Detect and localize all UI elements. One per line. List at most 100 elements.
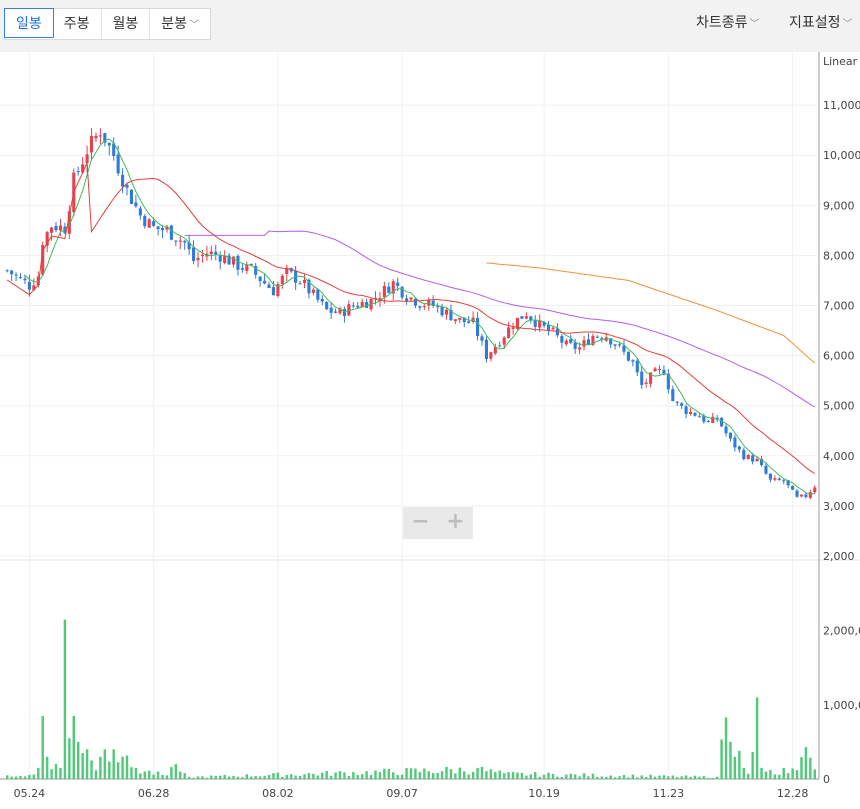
date-tick-label: 10.19 bbox=[528, 787, 560, 800]
candle-body bbox=[23, 278, 27, 281]
volume-bar bbox=[800, 756, 803, 779]
candle-body bbox=[422, 306, 426, 308]
volume-bar bbox=[676, 777, 679, 779]
volume-bar bbox=[547, 772, 550, 779]
volume-bar bbox=[183, 773, 186, 779]
volume-bar bbox=[724, 717, 728, 779]
candle-body bbox=[405, 298, 409, 302]
volume-bar bbox=[449, 769, 453, 779]
volume-bar bbox=[440, 771, 444, 779]
candle-body bbox=[107, 143, 111, 146]
indicator-settings-menu[interactable]: 지표설정 ﹀ bbox=[789, 8, 853, 38]
volume-bar bbox=[387, 769, 391, 779]
volume-bar bbox=[356, 775, 359, 779]
candle-body bbox=[640, 371, 644, 385]
candle-body bbox=[231, 256, 236, 265]
candle-body bbox=[18, 276, 23, 278]
candle-body bbox=[644, 382, 648, 384]
price-tick-label: 2,000 bbox=[823, 550, 855, 563]
chart-type-menu[interactable]: 차트종류 ﹀ bbox=[696, 8, 760, 38]
volume-bar bbox=[738, 750, 741, 779]
ma5-line bbox=[24, 138, 815, 495]
volume-bar bbox=[773, 774, 777, 779]
candle-body bbox=[467, 321, 471, 324]
candle-body bbox=[529, 316, 533, 321]
volume-bar bbox=[347, 775, 351, 779]
volume-bar bbox=[5, 775, 9, 779]
candle-body bbox=[334, 311, 338, 313]
volume-bar bbox=[294, 775, 297, 779]
zoom-in-button[interactable]: + bbox=[438, 507, 473, 539]
stock-chart[interactable]: 11,000 10,000 9,000 8,000 7,000 6,000 5,000 4,0… bbox=[0, 52, 860, 809]
candle-body bbox=[524, 316, 528, 319]
volume-bar bbox=[755, 697, 759, 779]
price-tick-label: 10,000 bbox=[823, 149, 860, 162]
volume-bar bbox=[201, 776, 204, 779]
volume-bar bbox=[285, 774, 288, 779]
candle-body bbox=[129, 189, 134, 204]
volume-bar bbox=[431, 773, 435, 779]
volume-bar bbox=[272, 773, 275, 779]
volume-bar bbox=[587, 776, 590, 779]
candle-body bbox=[440, 306, 444, 316]
candle-body bbox=[533, 319, 537, 327]
date-tick-label: 09.07 bbox=[386, 787, 418, 800]
candle-body bbox=[795, 490, 799, 497]
volume-bar bbox=[303, 774, 306, 779]
candle-body bbox=[595, 336, 599, 338]
candle-body bbox=[453, 319, 457, 321]
candle-body bbox=[329, 307, 333, 313]
candle-body bbox=[693, 412, 697, 416]
volume-bar bbox=[578, 776, 581, 779]
zoom-out-button[interactable]: − bbox=[403, 507, 438, 539]
volume-bar bbox=[560, 777, 564, 779]
candle-body bbox=[427, 299, 431, 306]
tab-daily[interactable]: 일봉 bbox=[4, 8, 54, 38]
volume-bar bbox=[147, 770, 151, 779]
volume-bar bbox=[662, 775, 666, 779]
candle-body bbox=[342, 308, 346, 316]
volume-tick-label: 2,000,000 bbox=[823, 625, 860, 638]
candle-body bbox=[635, 360, 639, 373]
volume-bar bbox=[267, 774, 271, 779]
candle-body bbox=[382, 286, 386, 298]
volume-bar bbox=[19, 776, 22, 779]
volume-bar bbox=[609, 775, 612, 779]
candle-body bbox=[578, 347, 582, 350]
volume-bar bbox=[170, 767, 173, 779]
candle-body bbox=[480, 336, 484, 341]
candle-body bbox=[751, 455, 755, 462]
chart-area[interactable]: 11,000 10,000 9,000 8,000 7,000 6,000 5,000 4,0… bbox=[0, 52, 860, 809]
volume-bar bbox=[156, 771, 160, 779]
volume-bar bbox=[698, 776, 701, 779]
candle-body bbox=[737, 446, 741, 450]
candle-body bbox=[657, 369, 662, 371]
candle-body bbox=[520, 316, 524, 319]
volume-bar bbox=[116, 762, 120, 779]
volume-bar bbox=[747, 773, 750, 779]
volume-bar bbox=[37, 767, 40, 779]
volume-bar bbox=[671, 775, 675, 779]
candle-body bbox=[54, 225, 58, 231]
volume-bar bbox=[400, 774, 404, 779]
volume-bar bbox=[23, 776, 27, 779]
volume-bar bbox=[445, 766, 448, 779]
volume-bar bbox=[551, 773, 555, 779]
candle-body bbox=[813, 487, 817, 493]
volume-tick-label: 1,000,000 bbox=[823, 699, 860, 712]
tab-minute-label: 분봉 bbox=[161, 16, 188, 32]
volume-bar bbox=[54, 764, 58, 779]
candle-body bbox=[396, 282, 400, 286]
volume-bar bbox=[121, 756, 124, 779]
date-tick-label: 08.02 bbox=[262, 787, 294, 800]
tab-monthly[interactable]: 월봉 bbox=[102, 9, 151, 39]
volume-bar bbox=[143, 771, 146, 779]
chevron-down-icon: ﹀ bbox=[842, 19, 853, 30]
volume-bar bbox=[298, 775, 302, 779]
candle-body bbox=[773, 478, 777, 480]
candle-body bbox=[121, 174, 125, 187]
tab-minute[interactable]: 분봉 ﹀ bbox=[150, 9, 210, 39]
volume-bar bbox=[103, 749, 107, 779]
tab-weekly[interactable]: 주봉 bbox=[53, 9, 102, 39]
volume-bar bbox=[365, 771, 368, 779]
